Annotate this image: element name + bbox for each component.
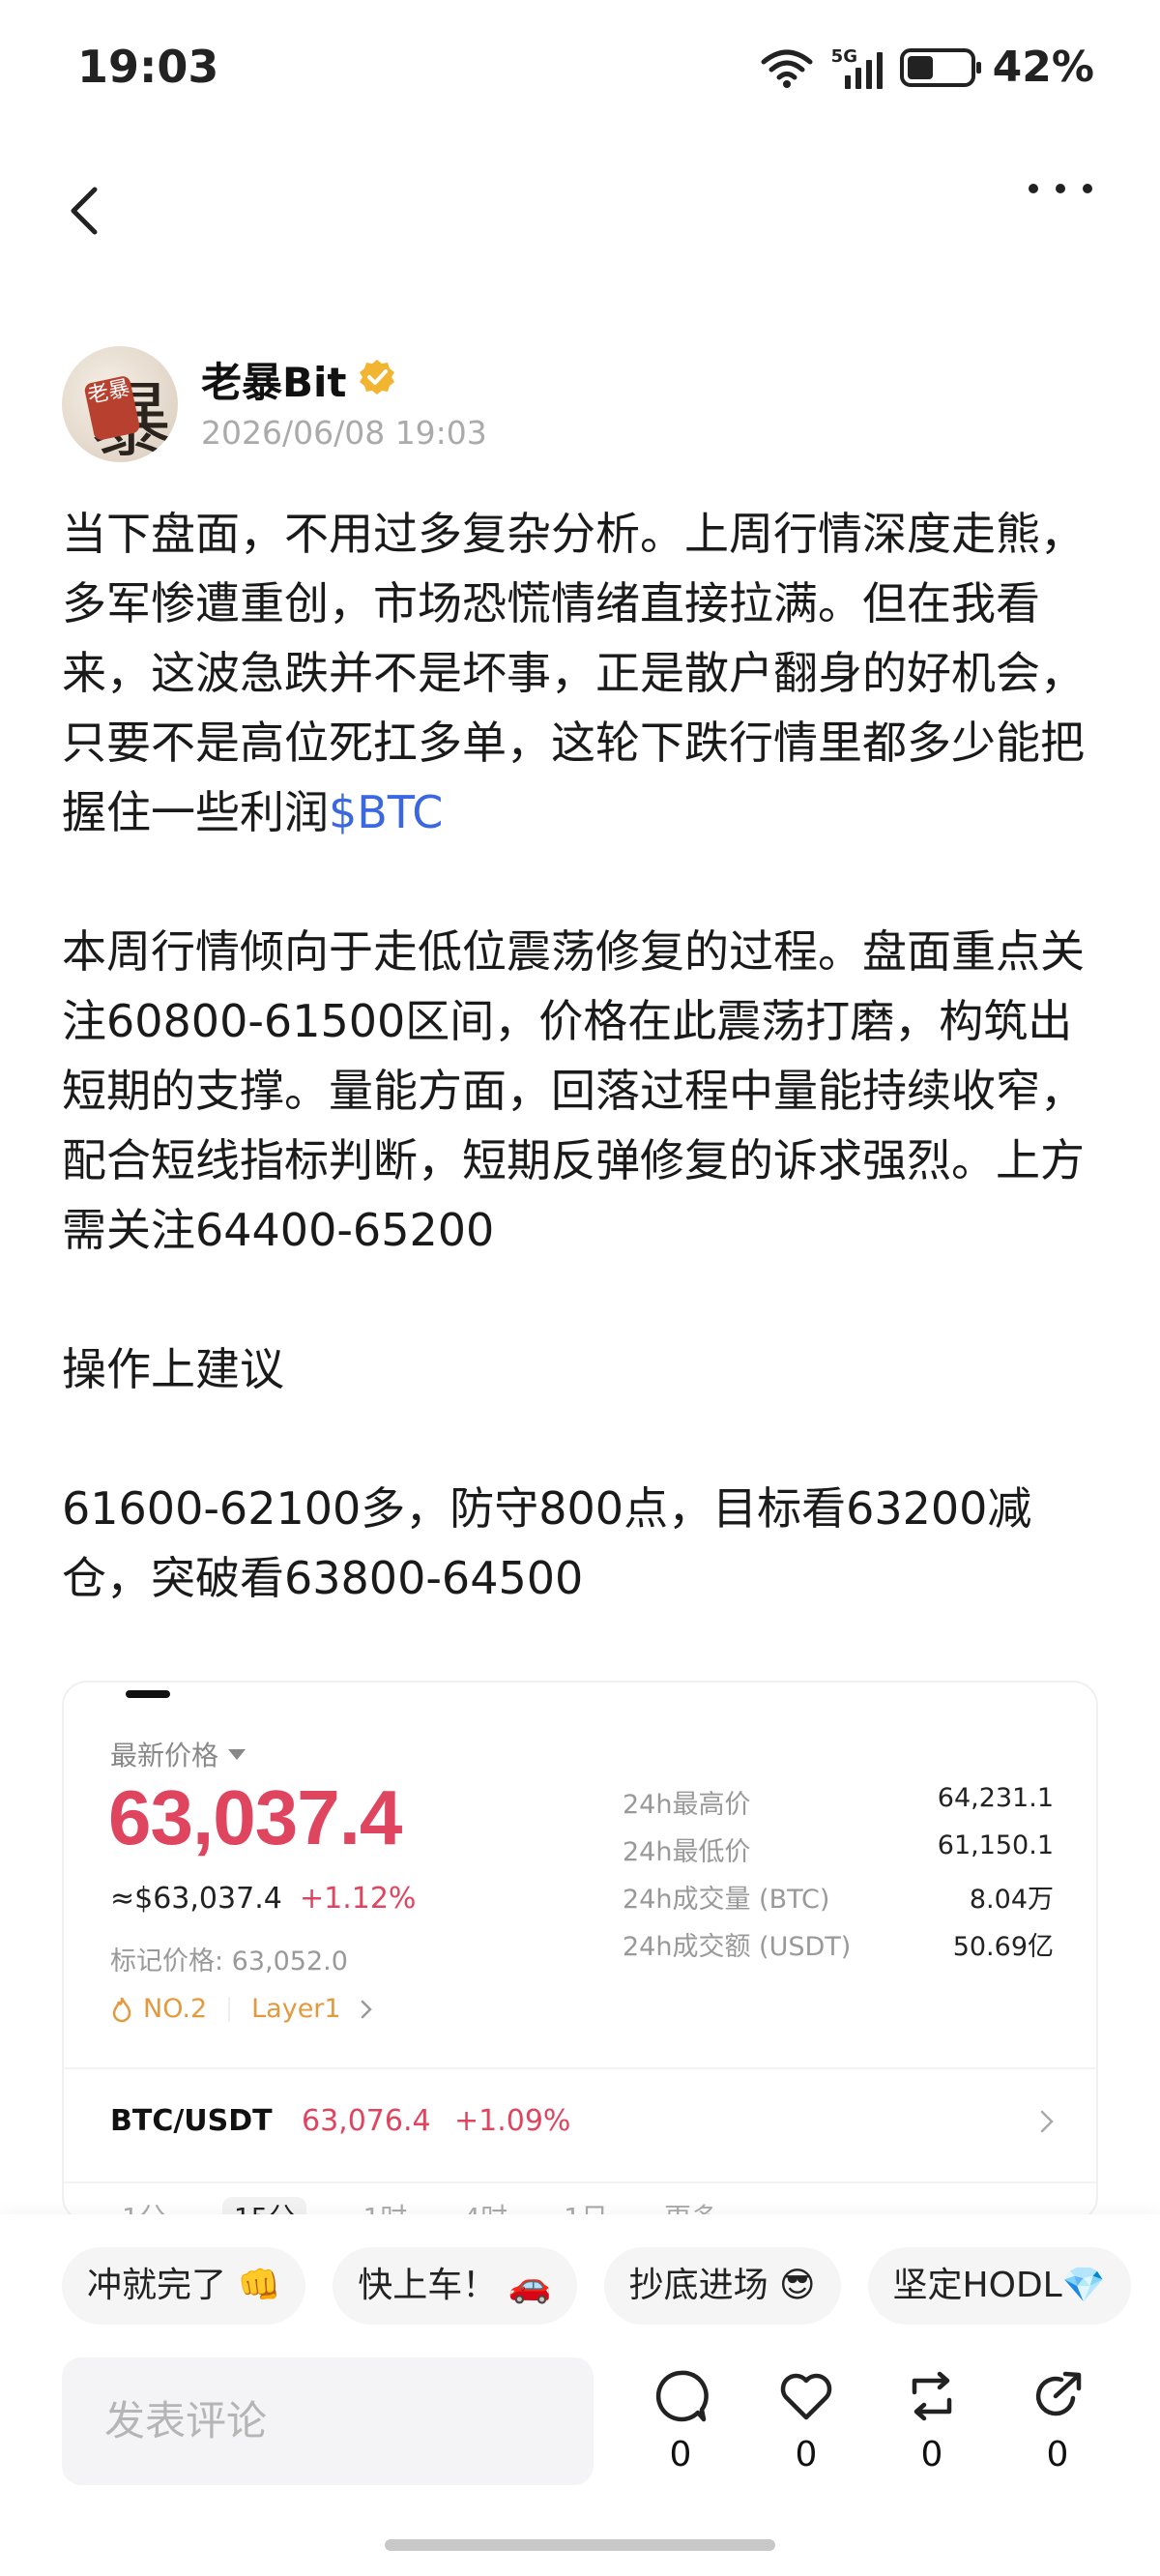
- post-paragraph: 本周行情倾向于走低位震荡修复的过程。盘面重点关注60800-61500区间，价格…: [62, 925, 1085, 1256]
- dropdown-arrow-icon: [228, 1748, 246, 1760]
- pair-change: +1.09%: [454, 2104, 571, 2138]
- latest-price-selector[interactable]: 最新价格: [110, 1735, 246, 1773]
- status-bar: 19:03 5G 42%: [0, 0, 1160, 145]
- mark-price: 标记价格: 63,052.0: [110, 1947, 348, 1976]
- rank-row[interactable]: NO.2 Layer1: [110, 1994, 374, 2024]
- heart-icon: [780, 2373, 832, 2420]
- latest-price: 63,037.4: [108, 1774, 402, 1860]
- author-name[interactable]: 老暴Bit: [201, 350, 347, 409]
- wifi-icon: [761, 49, 813, 88]
- stats-table: 24h最高价 64,231.1 24h最低价 61,150.1 24h成交量 (BT…: [623, 1783, 1054, 1973]
- category-label: Layer1: [251, 1994, 341, 2024]
- post-paragraph: 61600-62100多，防守800点，目标看63200减仓，突破看63800-…: [62, 1482, 1032, 1604]
- stat-row: 24h最低价 61,150.1: [623, 1830, 1054, 1867]
- reaction-chip[interactable]: 快上车！ 🚗: [333, 2247, 577, 2325]
- network-type: 5G: [830, 45, 857, 67]
- reaction-chip[interactable]: 抄底进场 😎: [603, 2247, 841, 2325]
- cellular-signal-icon: 5G: [831, 46, 883, 89]
- chevron-right-icon: [361, 2000, 372, 2018]
- card-handle: [126, 1690, 170, 1698]
- quick-reaction-chips: 冲就完了 👊 快上车！ 🚗 抄底进场 😎 坚定HODL💎: [62, 2247, 1131, 2325]
- btc-tag-link[interactable]: $BTC: [329, 786, 443, 838]
- like-count: 0: [795, 2435, 818, 2474]
- repost-count: 0: [920, 2435, 943, 2474]
- home-indicator: [385, 2539, 775, 2551]
- price-change: +1.12%: [300, 1882, 417, 1916]
- post-paragraph: 操作上建议: [62, 1343, 284, 1395]
- back-icon[interactable]: [58, 176, 112, 246]
- share-icon: [1035, 2371, 1082, 2416]
- repost-icon: [912, 2371, 952, 2421]
- post-body: 当下盘面，不用过多复杂分析。上周行情深度走熊，多军惨遭重创，市场恐慌情绪直接拉满…: [62, 499, 1106, 1613]
- market-card[interactable]: 最新价格 63,037.4 ≈$63,037.4 +1.12% 标记价格: 63…: [62, 1681, 1098, 2222]
- chevron-right-icon: [1040, 2110, 1054, 2133]
- rank-label: NO.2: [143, 1994, 208, 2024]
- post-date: 2026/06/08 19:03: [201, 414, 487, 452]
- share-button[interactable]: 0: [1027, 2367, 1088, 2474]
- comment-icon: [655, 2370, 709, 2422]
- status-time: 19:03: [77, 41, 219, 93]
- trading-pair-row[interactable]: BTC/USDT 63,076.4 +1.09%: [64, 2067, 1096, 2183]
- more-options-icon[interactable]: [1029, 184, 1092, 193]
- comment-input[interactable]: 发表评论: [62, 2357, 594, 2485]
- approx-usd-price: ≈$63,037.4: [110, 1882, 282, 1916]
- like-button[interactable]: 0: [775, 2367, 837, 2474]
- verified-badge-icon: [360, 360, 394, 395]
- battery-percent: 42%: [992, 43, 1094, 92]
- stat-row: 24h最高价 64,231.1: [623, 1783, 1054, 1820]
- bottom-bar: 冲就完了 👊 快上车！ 🚗 抄底进场 😎 坚定HODL💎 发表评论 0 0 0: [0, 2214, 1160, 2576]
- stat-row: 24h成交量 (BTC) 8.04万: [623, 1885, 1054, 1915]
- pair-name: BTC/USDT: [110, 2104, 273, 2138]
- share-count: 0: [1046, 2435, 1069, 2474]
- reaction-chip[interactable]: 坚定HODL💎: [867, 2247, 1131, 2325]
- status-icons: 5G 42%: [760, 43, 1094, 92]
- repost-button[interactable]: 0: [901, 2367, 963, 2474]
- stat-row: 24h成交额 (USDT) 50.69亿: [623, 1932, 1054, 1962]
- avatar[interactable]: 暴 老暴: [62, 346, 178, 462]
- post-paragraph: 当下盘面，不用过多复杂分析。上周行情深度走熊，多军惨遭重创，市场恐慌情绪直接拉满…: [62, 508, 1085, 838]
- post-actions: 0 0 0 0: [650, 2367, 1088, 2474]
- comment-count: 0: [669, 2435, 692, 2474]
- pair-price: 63,076.4: [302, 2104, 431, 2138]
- comment-button[interactable]: 0: [650, 2367, 711, 2474]
- reaction-chip[interactable]: 冲就完了 👊: [62, 2247, 306, 2325]
- flame-icon: [112, 1997, 131, 2022]
- battery-icon: [899, 47, 981, 87]
